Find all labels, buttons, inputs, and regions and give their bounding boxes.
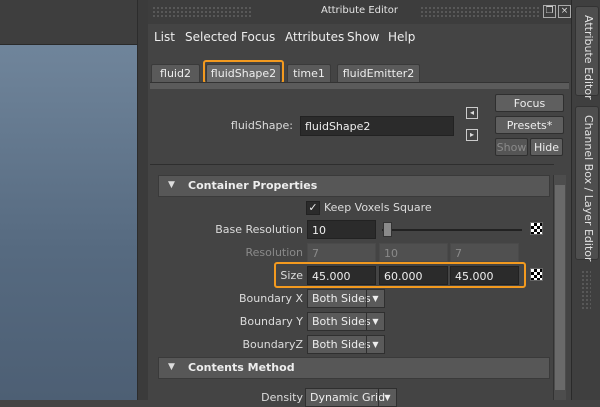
dropdown-value: Both Sides (312, 315, 371, 328)
tab-attribute-editor[interactable]: Attribute Editor (575, 6, 599, 100)
boundary-y-dropdown[interactable]: Both Sides ▼ (307, 312, 385, 331)
side-tab-label: Channel Box / Layer Editor (582, 115, 595, 262)
scrollbar-thumb[interactable] (555, 185, 565, 390)
section-title: Contents Method (188, 361, 295, 374)
input-connection-icon[interactable]: ◂ (466, 107, 478, 119)
viewport-panel[interactable] (0, 0, 137, 400)
slider-handle[interactable] (383, 222, 392, 237)
output-connection-icon[interactable]: ▸ (466, 129, 478, 141)
base-resolution-slider[interactable] (382, 229, 522, 231)
section-container-properties[interactable]: ▼ Container Properties (158, 175, 550, 197)
chevron-down-icon[interactable]: ▼ (366, 336, 384, 353)
vertical-scrollbar[interactable] (553, 175, 566, 400)
map-texture-icon[interactable] (530, 268, 543, 281)
tab-underline (150, 82, 569, 89)
tab-fluid2[interactable]: fluid2 (151, 64, 200, 83)
menu-selected[interactable]: Selected (185, 30, 237, 44)
attribute-scroll-area: ▼ Container Properties ✓ Keep Voxels Squ… (150, 164, 554, 407)
chevron-down-icon[interactable]: ▼ (366, 313, 384, 330)
menu-focus[interactable]: Focus (241, 30, 275, 44)
chevron-down-icon[interactable]: ▼ (366, 290, 384, 307)
density-dropdown[interactable]: Dynamic Grid ▼ (305, 388, 397, 407)
tab-fluidemitter2[interactable]: fluidEmitter2 (337, 64, 420, 83)
map-texture-icon[interactable] (530, 222, 543, 235)
hide-button[interactable]: Hide (530, 138, 563, 156)
menu-attributes[interactable]: Attributes (285, 30, 344, 44)
node-name-field[interactable]: fluidShape2 (300, 116, 454, 136)
section-title: Container Properties (188, 179, 318, 192)
node-name-label: fluidShape: (230, 119, 293, 132)
resolution-label: Resolution (245, 246, 303, 259)
dock-grip[interactable] (581, 270, 591, 310)
menu-list[interactable]: List (154, 30, 175, 44)
keep-voxels-checkbox[interactable]: ✓ (306, 201, 320, 215)
base-resolution-field[interactable]: 10 (307, 220, 376, 239)
menu-show[interactable]: Show (347, 30, 379, 44)
tab-time1[interactable]: time1 (287, 64, 331, 83)
base-resolution-label: Base Resolution (215, 223, 303, 236)
tab-channel-box[interactable]: Channel Box / Layer Editor (575, 106, 599, 262)
close-icon[interactable]: × (558, 5, 571, 18)
tab-highlight (203, 60, 284, 84)
resolution-z-field: 7 (450, 243, 519, 262)
collapse-icon[interactable]: ▼ (168, 362, 175, 372)
chevron-down-icon[interactable]: ▼ (378, 389, 396, 406)
boundary-z-dropdown[interactable]: Both Sides ▼ (307, 335, 385, 354)
presets-button[interactable]: Presets* (495, 116, 564, 134)
size-highlight (274, 262, 526, 288)
float-icon[interactable]: ❐ (543, 5, 556, 18)
menu-bar: List Selected Focus Attributes Show Help (148, 26, 571, 48)
attribute-editor-panel: Attribute Editor ❐ × List Selected Focus… (148, 0, 571, 407)
density-label: Density (261, 391, 303, 404)
dropdown-value: Both Sides (312, 338, 371, 351)
boundary-x-dropdown[interactable]: Both Sides ▼ (307, 289, 385, 308)
show-button[interactable]: Show (495, 138, 528, 156)
dropdown-value: Both Sides (312, 292, 371, 305)
section-contents-method[interactable]: ▼ Contents Method (158, 357, 550, 379)
boundary-x-label: Boundary X (238, 292, 303, 305)
menu-help[interactable]: Help (388, 30, 415, 44)
title-bar: Attribute Editor ❐ × (148, 0, 571, 24)
boundary-y-label: Boundary Y (239, 315, 303, 328)
window-title: Attribute Editor (321, 5, 398, 16)
focus-button[interactable]: Focus (495, 94, 564, 112)
collapse-icon[interactable]: ▼ (168, 180, 175, 190)
dropdown-value: Dynamic Grid (310, 391, 386, 404)
boundary-z-label: BoundaryZ (242, 338, 303, 351)
side-tab-label: Attribute Editor (582, 15, 595, 100)
viewport-toolbar (0, 0, 137, 45)
side-dock: Attribute Editor Channel Box / Layer Edi… (571, 0, 600, 400)
keep-voxels-label: Keep Voxels Square (324, 201, 432, 214)
resolution-y-field: 10 (379, 243, 448, 262)
resolution-x-field: 7 (307, 243, 376, 262)
